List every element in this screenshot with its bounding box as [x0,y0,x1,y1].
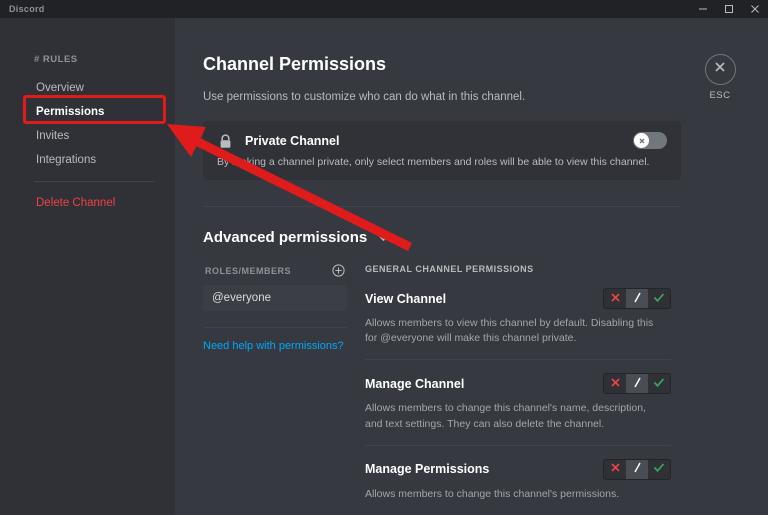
discord-window: Discord # RULES Overview Permissions Inv… [0,0,768,515]
sidebar-item-overview[interactable]: Overview [34,77,163,99]
maximize-icon [724,4,734,14]
x-icon [610,290,621,308]
permission-row-manage-channel: Manage Channel Allows members to change … [365,373,671,431]
minimize-icon [698,4,708,14]
sidebar-item-delete-channel[interactable]: Delete Channel [34,192,163,214]
general-permissions-header: GENERAL CHANNEL PERMISSIONS [365,264,534,274]
content-divider [203,206,681,207]
permission-deny-button[interactable] [604,374,626,393]
app-title: Discord [9,4,45,14]
roles-members-header: ROLES/MEMBERS [205,265,292,276]
role-item-everyone[interactable]: @everyone [203,285,347,311]
permission-description: Allows members to change this channel's … [365,487,620,500]
x-icon [610,460,621,478]
permission-allow-button[interactable] [648,374,670,393]
minimize-button[interactable] [690,0,716,18]
close-button[interactable] [742,0,768,18]
check-icon [653,290,665,308]
maximize-button[interactable] [716,0,742,18]
esc-close-button[interactable]: ESC [696,54,744,101]
lock-icon [217,133,233,149]
esc-circle [704,54,736,85]
close-icon [713,60,727,79]
private-channel-title: Private Channel [245,134,340,148]
close-icon [750,4,760,14]
titlebar: Discord [0,0,768,18]
x-icon [610,375,621,393]
private-channel-toggle[interactable] [633,132,667,149]
permission-allow-button[interactable] [648,460,670,479]
settings-sidebar: # RULES Overview Permissions Invites Int… [0,18,175,515]
settings-content: ESC Channel Permissions Use permissions … [175,18,768,515]
permission-row-view-channel: View Channel Allows members to view this… [365,288,671,346]
check-icon [653,375,665,393]
permission-name: Manage Permissions [365,462,490,477]
permission-name: Manage Channel [365,376,465,391]
permission-tristate-view-channel[interactable] [603,288,671,309]
permission-neutral-button[interactable] [626,459,648,479]
permission-divider [365,444,671,446]
private-channel-card: Private Channel By making a channel priv… [203,121,681,180]
permission-name: View Channel [365,291,447,306]
toggle-knob [634,133,649,148]
check-icon [653,460,665,478]
page-title: Channel Permissions [203,54,387,74]
private-channel-description: By making a channel private, only select… [217,156,650,168]
permissions-help-link[interactable]: Need help with permissions? [203,340,347,352]
roles-members-panel: ROLES/MEMBERS @everyone Need help with p… [203,264,365,508]
general-permissions-panel: GENERAL CHANNEL PERMISSIONS View Channel [365,264,671,508]
chevron-down-icon [377,233,390,242]
permission-neutral-button[interactable] [626,374,648,394]
slash-icon [632,291,643,307]
permission-divider [365,359,671,361]
advanced-permissions-title: Advanced permissions [203,229,368,246]
sidebar-item-integrations[interactable]: Integrations [34,149,163,171]
permission-tristate-manage-permissions[interactable] [603,458,671,480]
x-icon [638,132,646,150]
permission-deny-button[interactable] [604,460,626,479]
sidebar-item-permissions[interactable]: Permissions [34,101,163,123]
permission-row-manage-permissions: Manage Permissions Allows members to cha… [365,458,671,502]
roles-divider [203,327,347,328]
plus-circle-icon[interactable] [332,264,345,277]
sidebar-channel-header: # RULES [34,54,78,65]
permission-allow-button[interactable] [648,289,670,308]
permission-deny-button[interactable] [604,289,626,308]
sidebar-item-invites[interactable]: Invites [34,125,163,147]
permission-tristate-manage-channel[interactable] [603,373,671,395]
sidebar-divider [34,181,155,182]
slash-icon [632,376,643,392]
permission-description: Allows members to view this channel by d… [365,317,654,345]
permission-neutral-button[interactable] [626,289,648,308]
permission-description: Allows members to change this channel's … [365,402,646,430]
slash-icon [632,461,643,477]
advanced-permissions-toggle[interactable]: Advanced permissions [203,229,671,246]
esc-label: ESC [709,90,731,101]
page-subtitle: Use permissions to customize who can do … [203,91,526,103]
